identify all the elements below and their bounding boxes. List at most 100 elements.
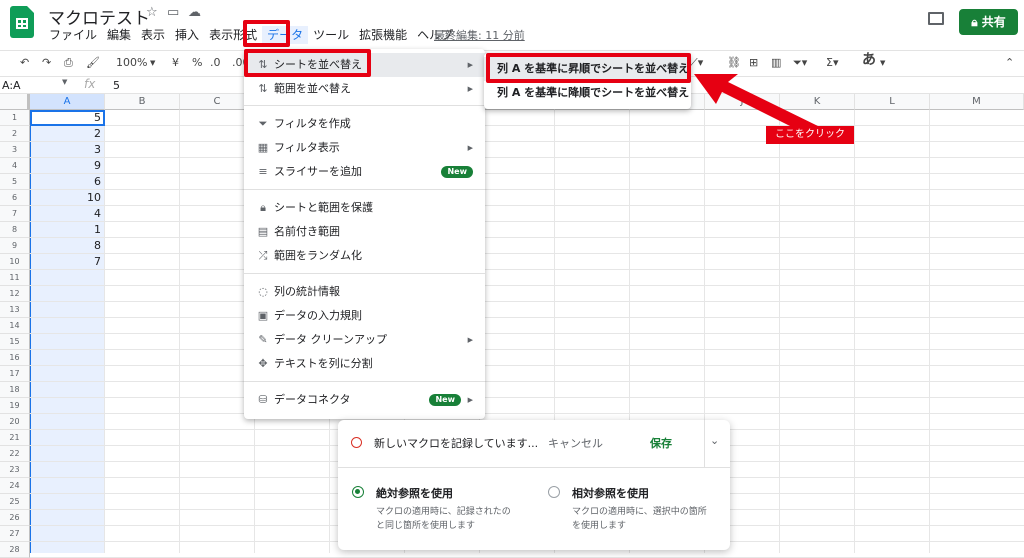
column-header-b[interactable]: B xyxy=(105,94,180,110)
column-header-m[interactable]: M xyxy=(930,94,1024,110)
row-header[interactable]: 24 xyxy=(0,478,30,494)
cell-a3[interactable]: 3 xyxy=(29,142,101,158)
cell-a2[interactable]: 2 xyxy=(29,126,101,142)
relative-reference-label: 相対参照を使用 xyxy=(572,487,649,500)
menu-item-label: 範囲を並べ替え xyxy=(274,82,351,95)
menu-insert[interactable]: 挿入 xyxy=(170,26,204,44)
absolute-reference-radio[interactable] xyxy=(352,486,364,498)
submenu-arrow-icon: ▶ xyxy=(467,144,473,152)
menu-tools[interactable]: ツール xyxy=(308,26,354,44)
row-header[interactable]: 1 xyxy=(0,110,30,126)
row-header[interactable]: 12 xyxy=(0,286,30,302)
recording-text: 新しいマクロを記録しています... xyxy=(374,437,539,450)
row-header[interactable]: 10 xyxy=(0,254,30,270)
cancel-button[interactable]: キャンセル xyxy=(548,435,603,451)
row-header[interactable]: 7 xyxy=(0,206,30,222)
sheets-logo-icon[interactable] xyxy=(10,6,34,38)
row-header[interactable]: 3 xyxy=(0,142,30,158)
data-menu-item-lightbulb[interactable]: ◌ 列の統計情報 xyxy=(244,280,485,304)
row-header[interactable]: 11 xyxy=(0,270,30,286)
cell-a1[interactable]: 5 xyxy=(29,110,101,126)
cell-a7[interactable]: 4 xyxy=(29,206,101,222)
share-button[interactable]: 🔒︎ 共有 xyxy=(959,9,1018,35)
sort-range-icon: ⇅ xyxy=(258,82,268,95)
row-header[interactable]: 28 xyxy=(0,542,30,558)
data-menu-item-cleanup[interactable]: ✎ データ クリーンアップ ▶ xyxy=(244,328,485,352)
input-tools-chevron-icon[interactable]: ▼ xyxy=(880,54,885,72)
last-edit-link[interactable]: 最終編集: 11 分前 xyxy=(434,27,525,43)
menu-view[interactable]: 表示 xyxy=(136,26,170,44)
decrease-decimal-button[interactable]: .0 xyxy=(210,54,221,72)
collapse-toolbar-icon[interactable]: ⌃ xyxy=(1005,54,1014,72)
data-menu-item-lock[interactable]: 🔒︎ シートと範囲を保護 xyxy=(244,196,485,220)
percent-format-button[interactable]: % xyxy=(192,54,202,72)
column-gridline xyxy=(929,110,930,553)
row-header[interactable]: 27 xyxy=(0,526,30,542)
zoom-select[interactable]: 100% xyxy=(116,54,147,72)
zoom-chevron-icon[interactable]: ▼ xyxy=(150,54,155,72)
row-header[interactable]: 23 xyxy=(0,462,30,478)
row-header[interactable]: 9 xyxy=(0,238,30,254)
menu-file[interactable]: ファイル xyxy=(44,26,102,44)
data-menu-item-database[interactable]: ⛁ データコネクタ New ▶ xyxy=(244,388,485,412)
select-all-corner[interactable] xyxy=(0,94,30,110)
row-header[interactable]: 17 xyxy=(0,366,30,382)
cell-a8[interactable]: 1 xyxy=(29,222,101,238)
row-header[interactable]: 6 xyxy=(0,190,30,206)
row-header[interactable]: 14 xyxy=(0,318,30,334)
cloud-status-icon[interactable]: ☁ xyxy=(188,5,201,20)
data-menu-item-split[interactable]: ✥ テキストを列に分割 xyxy=(244,352,485,376)
row-header[interactable]: 16 xyxy=(0,350,30,366)
cell-a4[interactable]: 9 xyxy=(29,158,101,174)
data-menu-item-slicer[interactable]: ≡ スライサーを追加 New xyxy=(244,160,485,184)
data-menu-item-filter-view[interactable]: ▦ フィルタ表示 ▶ xyxy=(244,136,485,160)
row-header[interactable]: 20 xyxy=(0,414,30,430)
row-header[interactable]: 22 xyxy=(0,446,30,462)
cell-a9[interactable]: 8 xyxy=(29,238,101,254)
input-tools-button[interactable]: あ xyxy=(862,51,876,69)
currency-format-button[interactable]: ¥ xyxy=(172,54,179,72)
paint-format-icon[interactable]: 🖌︎ xyxy=(86,54,100,72)
row-header[interactable]: 19 xyxy=(0,398,30,414)
column-header-l[interactable]: L xyxy=(855,94,930,110)
redo-icon[interactable]: ↷ xyxy=(42,54,51,72)
menu-extensions[interactable]: 拡張機能 xyxy=(354,26,412,44)
menu-edit[interactable]: 編集 xyxy=(102,26,136,44)
sort-descending-option[interactable]: 列 A を基準に降順でシートを並べ替え xyxy=(484,81,691,105)
row-header[interactable]: 25 xyxy=(0,494,30,510)
star-icon[interactable]: ☆ xyxy=(146,5,158,20)
menu-item-label: フィルタ表示 xyxy=(274,141,340,154)
row-header[interactable]: 15 xyxy=(0,334,30,350)
expand-chevron-icon[interactable]: ⌄ xyxy=(710,434,719,447)
lightbulb-icon: ◌ xyxy=(258,285,268,298)
print-icon[interactable]: ⎙ xyxy=(64,54,73,72)
move-folder-icon[interactable]: ▭ xyxy=(167,5,179,20)
comment-history-icon[interactable] xyxy=(928,12,944,25)
data-menu-item-filter[interactable]: ⏷ フィルタを作成 xyxy=(244,112,485,136)
row-header[interactable]: 18 xyxy=(0,382,30,398)
name-box-chevron-icon[interactable]: ▼ xyxy=(62,78,67,86)
data-menu-item-sort-range[interactable]: ⇅ 範囲を並べ替え ▶ xyxy=(244,77,485,101)
cell-a6[interactable]: 10 xyxy=(29,190,101,206)
data-menu-item-validation[interactable]: ▣ データの入力規則 xyxy=(244,304,485,328)
submenu-arrow-icon: ▶ xyxy=(467,61,473,69)
relative-reference-radio[interactable] xyxy=(548,486,560,498)
row-header[interactable]: 13 xyxy=(0,302,30,318)
row-header[interactable]: 4 xyxy=(0,158,30,174)
share-label: 共有 xyxy=(981,15,1006,29)
row-header[interactable]: 8 xyxy=(0,222,30,238)
column-header-a[interactable]: A xyxy=(30,94,105,110)
cell-a10[interactable]: 7 xyxy=(29,254,101,270)
data-menu-item-shuffle[interactable]: ⤮ 範囲をランダム化 xyxy=(244,244,485,268)
cell-a5[interactable]: 6 xyxy=(29,174,101,190)
row-header[interactable]: 21 xyxy=(0,430,30,446)
row-header[interactable]: 2 xyxy=(0,126,30,142)
row-header[interactable]: 5 xyxy=(0,174,30,190)
undo-icon[interactable]: ↶ xyxy=(20,54,29,72)
row-header[interactable]: 26 xyxy=(0,510,30,526)
menu-item-label: フィルタを作成 xyxy=(274,117,351,130)
menu-separator xyxy=(244,381,485,382)
data-menu-item-named-range[interactable]: ▤ 名前付き範囲 xyxy=(244,220,485,244)
save-button[interactable]: 保存 xyxy=(650,435,672,451)
formula-input[interactable]: 5 xyxy=(113,78,120,93)
